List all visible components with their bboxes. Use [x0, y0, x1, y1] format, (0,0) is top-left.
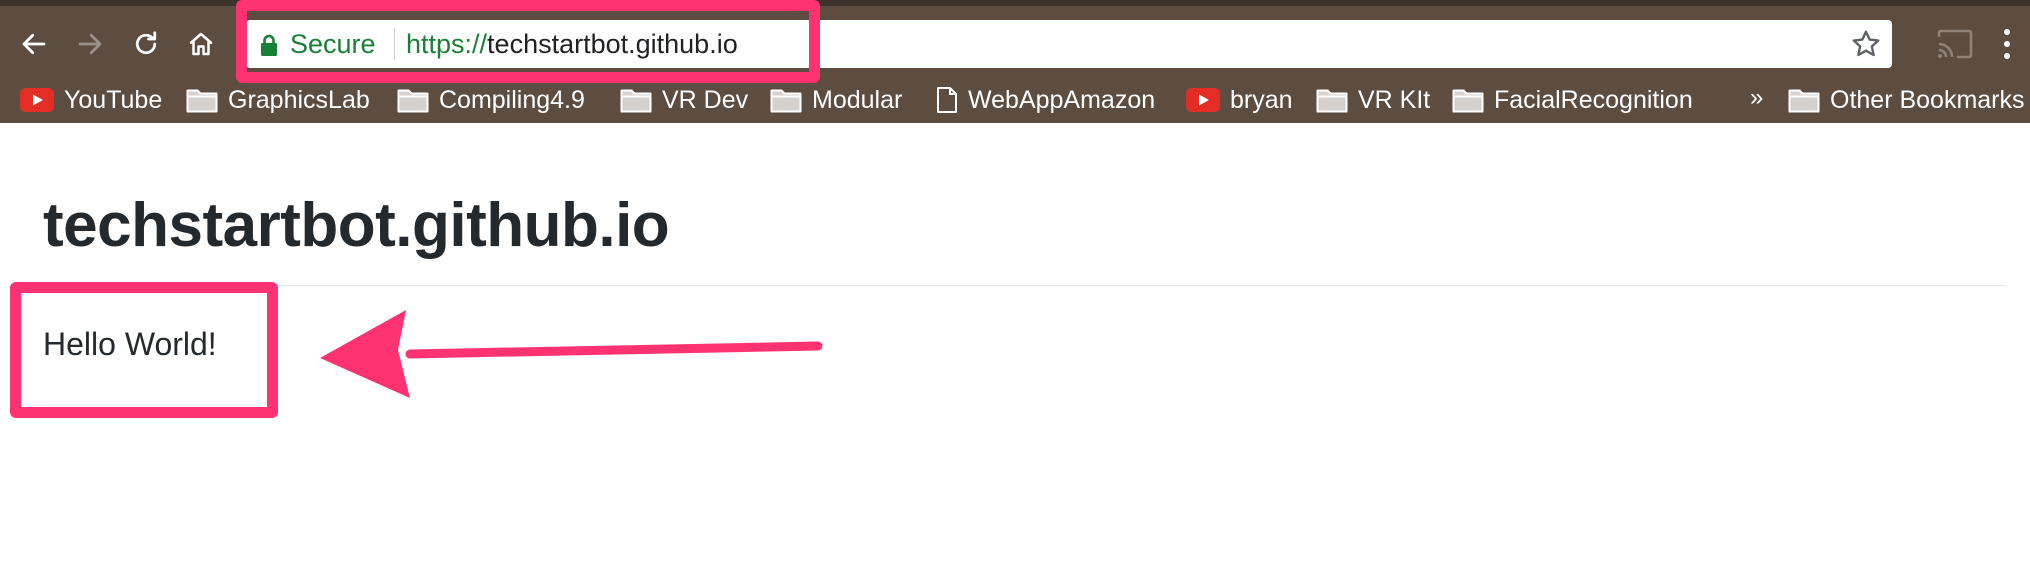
lock-icon	[261, 34, 277, 56]
bookmark-modular[interactable]: Modular	[770, 77, 902, 123]
bookmark-label: Compiling4.9	[439, 85, 585, 114]
page-title: techstartbot.github.io	[43, 191, 670, 260]
address-bar[interactable]: Secure https://techstartbot.github.io	[246, 20, 1892, 68]
bookmark-label: VR Dev	[662, 85, 749, 114]
cast-icon[interactable]	[1936, 28, 1974, 60]
hello-world-text: Hello World!	[43, 326, 217, 362]
reload-icon	[135, 31, 157, 55]
bookmark-label: Other Bookmarks	[1830, 85, 2025, 114]
url-host: techstartbot.github.io	[487, 29, 738, 59]
folder-icon	[620, 89, 652, 113]
bookmark-facialrecognition[interactable]: FacialRecognition	[1452, 77, 1693, 123]
page-icon	[937, 87, 957, 113]
home-icon	[189, 32, 213, 56]
browser-toolbar: Secure https://techstartbot.github.io	[0, 0, 2030, 77]
bookmarks-bar: YouTube GraphicsLab Compiling4.9 VR Dev …	[0, 77, 2030, 123]
folder-icon	[1452, 89, 1484, 113]
bookmark-compiling[interactable]: Compiling4.9	[397, 77, 585, 123]
back-button[interactable]	[14, 24, 54, 64]
bookmark-label: YouTube	[64, 85, 163, 114]
bookmark-bryan[interactable]: bryan	[1186, 77, 1293, 123]
home-button[interactable]	[181, 24, 221, 64]
bookmark-vr-kit[interactable]: VR KIt	[1316, 77, 1430, 123]
bookmark-webappamazon[interactable]: WebAppAmazon	[936, 77, 1155, 123]
youtube-icon	[20, 88, 54, 112]
youtube-icon	[1186, 88, 1220, 112]
bookmark-label: WebAppAmazon	[968, 85, 1156, 114]
bookmark-label: FacialRecognition	[1494, 85, 1693, 114]
reload-button[interactable]	[126, 24, 166, 64]
url-text[interactable]: https://techstartbot.github.io	[406, 29, 738, 60]
forward-button[interactable]	[70, 24, 110, 64]
secure-label[interactable]: Secure	[290, 29, 376, 60]
bookmark-label: VR KIt	[1358, 85, 1431, 114]
bookmark-other-bookmarks[interactable]: Other Bookmarks	[1788, 77, 2025, 123]
bookmark-vr-dev[interactable]: VR Dev	[620, 77, 748, 123]
browser-menu-icon[interactable]	[2000, 26, 2014, 62]
annotation-arrow-icon	[320, 310, 823, 398]
folder-icon	[1788, 89, 1820, 113]
bookmark-label: bryan	[1230, 85, 1293, 114]
folder-icon	[770, 89, 802, 113]
forward-arrow-icon	[78, 33, 102, 55]
bookmark-label: GraphicsLab	[228, 85, 370, 114]
title-divider	[43, 285, 2005, 286]
bookmark-graphicslab[interactable]: GraphicsLab	[186, 77, 370, 123]
folder-icon	[1316, 89, 1348, 113]
bookmarks-overflow-chevron[interactable]: »	[1750, 84, 1763, 112]
url-scheme: https://	[406, 29, 488, 59]
folder-icon	[397, 89, 429, 113]
folder-icon	[186, 89, 218, 113]
bookmark-youtube[interactable]: YouTube	[20, 77, 162, 123]
address-separator	[394, 28, 395, 60]
back-arrow-icon	[22, 33, 46, 55]
bookmark-star-icon[interactable]	[1850, 28, 1882, 60]
bookmark-label: Modular	[812, 85, 903, 114]
